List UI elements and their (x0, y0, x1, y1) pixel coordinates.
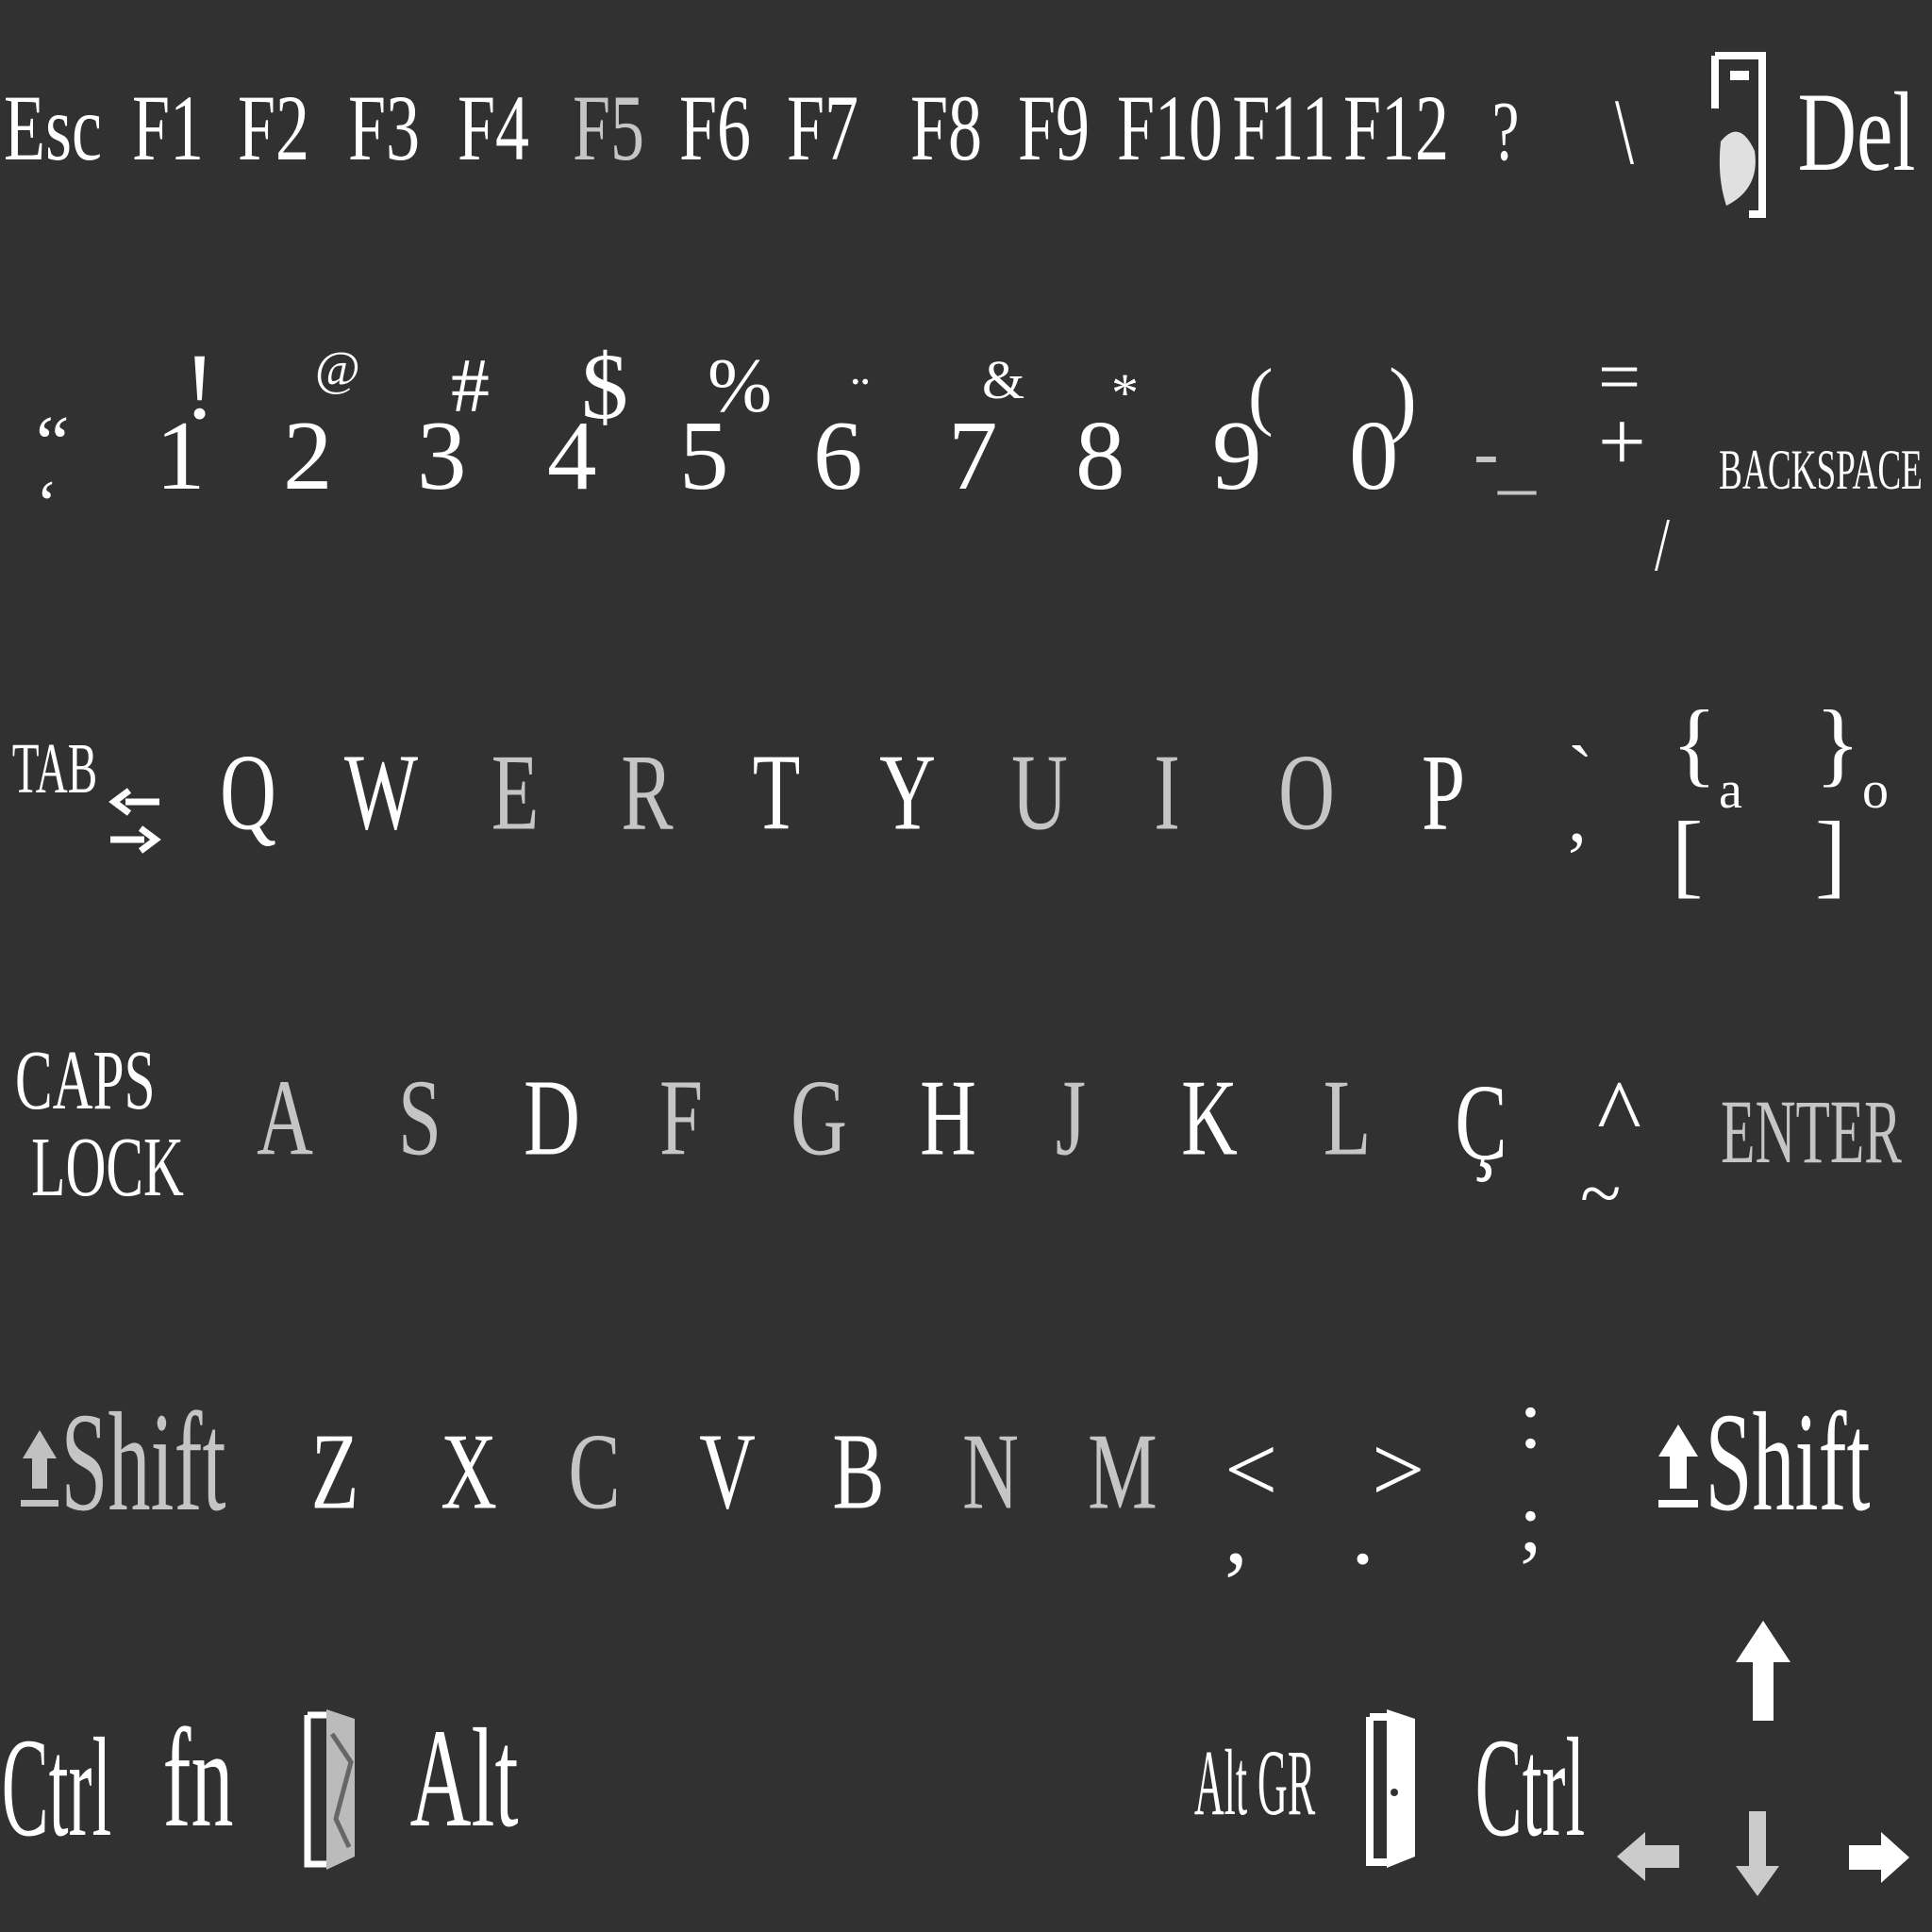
arrow-right-icon[interactable] (1847, 1830, 1911, 1885)
key-c[interactable]: C (568, 1418, 620, 1526)
key-tab[interactable]: TAB (12, 733, 97, 805)
key-bracket-left-upper: { (1672, 691, 1717, 795)
tab-arrows-icon (108, 788, 161, 854)
key-j[interactable]: J (1056, 1064, 1086, 1173)
key-x[interactable]: X (441, 1418, 497, 1526)
key-bracket-right-upper: } (1815, 691, 1860, 795)
key-f10[interactable]: F10 (1117, 81, 1223, 175)
key-v[interactable]: V (699, 1418, 756, 1526)
key-7-lower: 7 (948, 400, 998, 510)
key-f11[interactable]: F11 (1232, 81, 1335, 175)
key-e[interactable]: E (491, 739, 540, 847)
key-shift-left[interactable]: Shift (60, 1391, 225, 1533)
key-comma-lower: , (1224, 1479, 1248, 1584)
key-caps-lock[interactable]: CAPS LOCK (15, 1038, 184, 1211)
key-question[interactable]: ? (1492, 90, 1520, 175)
key-y[interactable]: Y (879, 739, 936, 847)
key-f3[interactable]: F3 (348, 81, 420, 175)
key-semicolon-upper: : (1519, 1373, 1543, 1466)
key-f9[interactable]: F9 (1018, 81, 1090, 175)
key-bracket-left-side: a (1719, 761, 1742, 820)
key-n[interactable]: N (962, 1418, 1019, 1526)
key-f4[interactable]: F4 (458, 81, 529, 175)
key-p[interactable]: P (1422, 739, 1465, 847)
key-u[interactable]: U (1011, 739, 1068, 847)
key-f12[interactable]: F12 (1343, 81, 1449, 175)
key-shift-right[interactable]: Shift (1705, 1391, 1870, 1533)
key-3-upper: # (451, 342, 490, 428)
key-b[interactable]: B (832, 1418, 884, 1526)
key-9-upper: ( (1248, 355, 1274, 438)
key-d[interactable]: D (524, 1064, 580, 1173)
key-f[interactable]: F (659, 1064, 703, 1173)
key-tilde-upper: ^ (1597, 1060, 1641, 1165)
key-1-upper: ! (184, 334, 216, 439)
key-q[interactable]: Q (220, 739, 276, 847)
key-del[interactable]: Del (1798, 75, 1916, 189)
key-f6[interactable]: F6 (679, 81, 751, 175)
key-enter[interactable]: ENTER (1721, 1087, 1902, 1177)
key-f2[interactable]: F2 (238, 81, 309, 175)
key-tilde-lower: ~ (1580, 1153, 1622, 1236)
key-0-upper: ) (1389, 352, 1417, 445)
key-caps-line1: CAPS (15, 1034, 156, 1127)
arrow-down-icon[interactable] (1734, 1809, 1781, 1898)
key-minus-upper: _ (1498, 419, 1536, 502)
menu-door-icon[interactable] (1366, 1706, 1417, 1872)
key-f5[interactable]: F5 (573, 81, 644, 175)
key-period-lower: . (1351, 1479, 1374, 1584)
key-f7[interactable]: F7 (787, 81, 858, 175)
keyboard-layout: Esc F1 F2 F3 F4 F5 F6 F7 F8 F9 F10 F11 F… (0, 0, 1932, 1932)
key-c-cedilla[interactable]: Ç (1455, 1069, 1507, 1177)
shift-arrow-icon (1658, 1424, 1698, 1507)
key-esc[interactable]: Esc (4, 81, 102, 175)
key-z[interactable]: Z (311, 1418, 359, 1526)
arrow-up-icon[interactable] (1734, 1619, 1792, 1723)
key-w[interactable]: W (344, 739, 418, 847)
key-t[interactable]: T (753, 739, 801, 847)
key-h[interactable]: H (920, 1064, 976, 1173)
key-period-upper: > (1372, 1417, 1425, 1522)
key-g[interactable]: G (791, 1064, 847, 1173)
key-backspace[interactable]: BACKSPACE (1719, 441, 1923, 498)
key-a[interactable]: A (257, 1064, 313, 1173)
key-ctrl-left[interactable]: Ctrl (2, 1717, 112, 1858)
key-equals-lower: + (1598, 395, 1646, 489)
key-2-upper: @ (315, 342, 360, 396)
arrow-left-icon[interactable] (1615, 1828, 1681, 1885)
key-bracket-left-lower: [ (1672, 802, 1704, 907)
key-7-upper: & (982, 349, 1025, 410)
key-caps-line2: LOCK (31, 1120, 184, 1214)
key-6-upper: ¨ (851, 365, 870, 427)
key-bracket-right-side: o (1862, 761, 1889, 820)
key-2-lower: 2 (283, 400, 333, 510)
key-minus-lower: - (1474, 411, 1499, 494)
key-f1[interactable]: F1 (132, 81, 204, 175)
key-altgr[interactable]: Alt GR (1194, 1736, 1315, 1830)
key-acute-lower: , (1568, 775, 1587, 858)
key-4-upper: $ (581, 334, 628, 439)
key-backslash[interactable]: \ (1615, 85, 1634, 179)
key-m[interactable]: M (1088, 1418, 1158, 1526)
windows-door-icon[interactable] (304, 1706, 358, 1874)
key-bracket-right-lower: ] (1815, 802, 1847, 907)
key-quote-lower: ‘ (36, 468, 58, 541)
key-f8[interactable]: F8 (910, 81, 982, 175)
key-8-upper: * (1111, 362, 1139, 424)
key-r[interactable]: R (621, 739, 673, 847)
key-fn[interactable]: fn (163, 1707, 234, 1849)
key-alt[interactable]: Alt (409, 1707, 518, 1849)
key-i[interactable]: I (1154, 739, 1180, 847)
key-s[interactable]: S (398, 1064, 441, 1173)
key-semicolon-lower: ; (1519, 1476, 1543, 1570)
key-o[interactable]: O (1278, 739, 1335, 847)
print-screen-icon[interactable] (1707, 52, 1770, 218)
key-k[interactable]: K (1181, 1064, 1238, 1173)
shift-left-arrow-icon (21, 1430, 58, 1507)
key-ctrl-right[interactable]: Ctrl (1475, 1717, 1586, 1858)
key-slash[interactable]: / (1655, 508, 1670, 583)
key-5-upper: % (708, 342, 773, 428)
key-l[interactable]: L (1324, 1064, 1372, 1173)
